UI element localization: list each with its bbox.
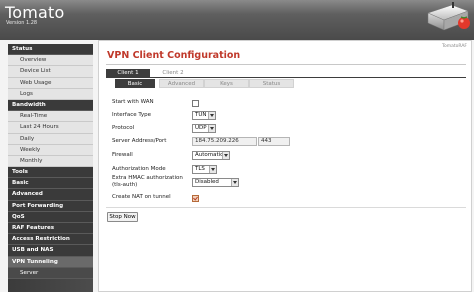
main-panel: TomatoRAF VPN Client Configuration Clien… <box>98 40 472 292</box>
sidebar-item-device-list[interactable]: Device List <box>8 66 93 78</box>
sidebar-item-real-time[interactable]: Real-Time <box>8 111 93 123</box>
form-divider <box>106 207 466 208</box>
sidebar-item-vpn-tunneling[interactable]: VPN Tunneling <box>8 256 93 268</box>
subtab-basic[interactable]: Basic <box>115 79 155 88</box>
sidebar-item-raf-features[interactable]: RAF Features <box>8 223 93 235</box>
sidebar-item-server[interactable]: Server <box>8 267 93 279</box>
router-icon <box>427 2 470 31</box>
start-with-wan-checkbox[interactable] <box>192 100 199 107</box>
subtab-advanced[interactable]: Advanced <box>159 79 204 88</box>
create-nat-label: Create NAT on tunnel <box>112 194 171 200</box>
sidebar-item-port-forwarding[interactable]: Port Forwarding <box>8 200 93 212</box>
tab-client-2[interactable]: Client 2 <box>151 69 195 77</box>
interface-type-label: Interface Type <box>112 112 152 118</box>
tab-client-1[interactable]: Client 1 <box>106 69 150 77</box>
start-with-wan-label: Start with WAN <box>112 99 154 105</box>
firewall-value: Automatic <box>195 152 224 158</box>
sidebar-nav: Status Overview Device List Web Usage Lo… <box>8 44 93 292</box>
hmac-label-line1: Extra HMAC authorization <box>112 175 183 181</box>
sidebar-item-advanced[interactable]: Advanced <box>8 189 93 201</box>
interface-type-select[interactable]: TUN <box>192 111 216 120</box>
authorization-mode-label: Authorization Mode <box>112 166 166 172</box>
chevron-down-icon <box>209 166 216 173</box>
sidebar-item-qos[interactable]: QoS <box>8 211 93 223</box>
sidebar-item-last-24-hours[interactable]: Last 24 Hours <box>8 122 93 134</box>
firewall-label: Firewall <box>112 152 133 158</box>
server-address-label: Server Address/Port <box>112 138 167 144</box>
sidebar-item-bandwidth[interactable]: Bandwidth <box>8 99 93 112</box>
sidebar-item-weekly[interactable]: Weekly <box>8 144 93 156</box>
subtab-status[interactable]: Status <box>249 79 294 88</box>
create-nat-checkbox[interactable] <box>192 195 199 202</box>
brand-label: TomatoRAF <box>441 44 467 49</box>
sidebar-item-daily[interactable]: Daily <box>8 133 93 145</box>
hmac-select[interactable]: Disabled <box>192 178 239 187</box>
app-version: Version 1.28 <box>6 20 38 26</box>
sidebar-item-usb-and-nas[interactable]: USB and NAS <box>8 245 93 257</box>
authorization-mode-value: TLS <box>195 166 205 172</box>
interface-type-value: TUN <box>195 112 207 118</box>
chevron-down-icon <box>222 152 229 159</box>
hmac-label-line2: (tls-auth) <box>112 182 138 188</box>
header-bar: Tomato Version 1.28 <box>0 0 474 40</box>
title-divider <box>106 64 466 65</box>
protocol-value: UDP <box>195 125 207 131</box>
sidebar-item-web-usage[interactable]: Web Usage <box>8 77 93 89</box>
chevron-down-icon <box>208 125 215 132</box>
authorization-mode-select[interactable]: TLS <box>192 165 217 174</box>
chevron-down-icon <box>231 179 238 186</box>
sidebar-item-access-restriction[interactable]: Access Restriction <box>8 234 93 246</box>
sidebar-item-tools[interactable]: Tools <box>8 167 93 179</box>
protocol-label: Protocol <box>112 125 135 131</box>
sidebar-item-monthly[interactable]: Monthly <box>8 155 93 168</box>
page-title: VPN Client Configuration <box>107 50 241 61</box>
firewall-select[interactable]: Automatic <box>192 151 230 160</box>
sidebar-item-status[interactable]: Status <box>8 44 93 56</box>
sidebar-item-logs[interactable]: Logs <box>8 88 93 100</box>
subtab-keys[interactable]: Keys <box>204 79 249 88</box>
server-address-input[interactable]: 184.75.209.226 <box>192 137 257 146</box>
hmac-value: Disabled <box>195 179 219 185</box>
chevron-down-icon <box>208 112 215 119</box>
protocol-select[interactable]: UDP <box>192 124 216 133</box>
hmac-label: Extra HMAC authorization (tls-auth) <box>112 175 183 189</box>
tab-divider <box>106 77 466 78</box>
stop-now-button[interactable]: Stop Now <box>107 212 138 222</box>
sidebar-item-basic[interactable]: Basic <box>8 178 93 190</box>
sidebar-item-overview[interactable]: Overview <box>8 55 93 67</box>
server-port-input[interactable]: 443 <box>258 137 290 146</box>
